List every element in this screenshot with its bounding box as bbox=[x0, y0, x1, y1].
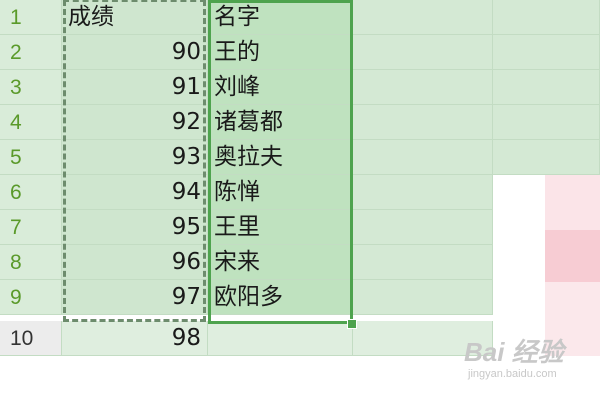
row-header[interactable]: 5 bbox=[0, 140, 62, 175]
row-header[interactable]: 9 bbox=[0, 280, 62, 315]
name-cell[interactable] bbox=[208, 321, 353, 356]
empty-cell[interactable] bbox=[353, 140, 493, 175]
watermark-brand: Bai 经验 bbox=[464, 337, 564, 367]
empty-cell[interactable] bbox=[493, 35, 600, 70]
empty-cell[interactable] bbox=[353, 210, 493, 245]
row-header[interactable]: 10 bbox=[0, 321, 62, 356]
empty-cell[interactable] bbox=[353, 0, 493, 35]
empty-cell[interactable] bbox=[353, 105, 493, 140]
spreadsheet-grid: 1 成绩 名字 2 90 王的 3 91 刘峰 4 92 诸葛都 5 93 奥拉… bbox=[0, 0, 600, 356]
empty-cell[interactable] bbox=[353, 70, 493, 105]
row-header[interactable]: 1 bbox=[0, 0, 62, 35]
empty-cell[interactable] bbox=[353, 245, 493, 280]
empty-cell[interactable] bbox=[493, 105, 600, 140]
fill-handle[interactable] bbox=[347, 319, 357, 329]
row-header[interactable]: 4 bbox=[0, 105, 62, 140]
pink-block bbox=[545, 175, 600, 230]
watermark-logo: Bai 经验 jingyan.baidu.com bbox=[460, 330, 598, 388]
empty-cell[interactable] bbox=[493, 140, 600, 175]
empty-cell[interactable] bbox=[493, 70, 600, 105]
empty-cell[interactable] bbox=[353, 175, 493, 210]
selection-range bbox=[208, 0, 353, 324]
row-header[interactable]: 8 bbox=[0, 245, 62, 280]
empty-cell[interactable] bbox=[353, 35, 493, 70]
pink-block bbox=[545, 230, 600, 282]
copy-marquee bbox=[63, 0, 206, 322]
watermark-url: jingyan.baidu.com bbox=[468, 368, 557, 380]
blank-area bbox=[493, 175, 600, 356]
empty-cell[interactable] bbox=[493, 0, 600, 35]
row-header[interactable]: 6 bbox=[0, 175, 62, 210]
row-header[interactable]: 7 bbox=[0, 210, 62, 245]
row-header[interactable]: 3 bbox=[0, 70, 62, 105]
score-cell[interactable]: 98 bbox=[62, 321, 208, 356]
empty-cell[interactable] bbox=[353, 280, 493, 315]
row-header[interactable]: 2 bbox=[0, 35, 62, 70]
